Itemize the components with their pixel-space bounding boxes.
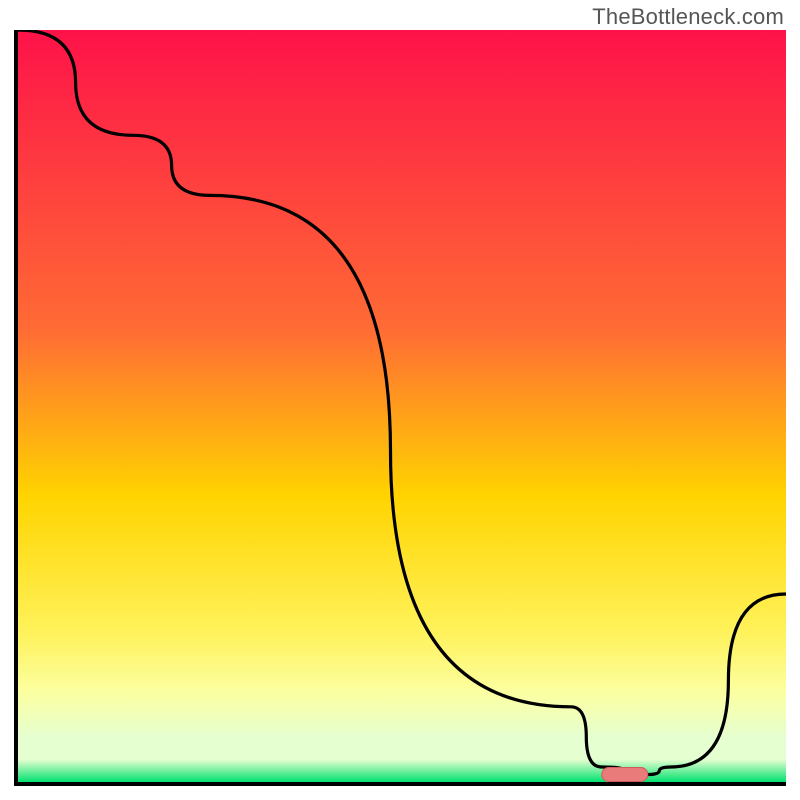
- gradient-background: [18, 30, 786, 782]
- chart-stage: TheBottleneck.com: [0, 0, 800, 800]
- watermark-text: TheBottleneck.com: [592, 4, 784, 30]
- optimum-marker: [602, 768, 648, 782]
- plot-svg: [18, 30, 786, 782]
- axes-frame: [14, 30, 786, 786]
